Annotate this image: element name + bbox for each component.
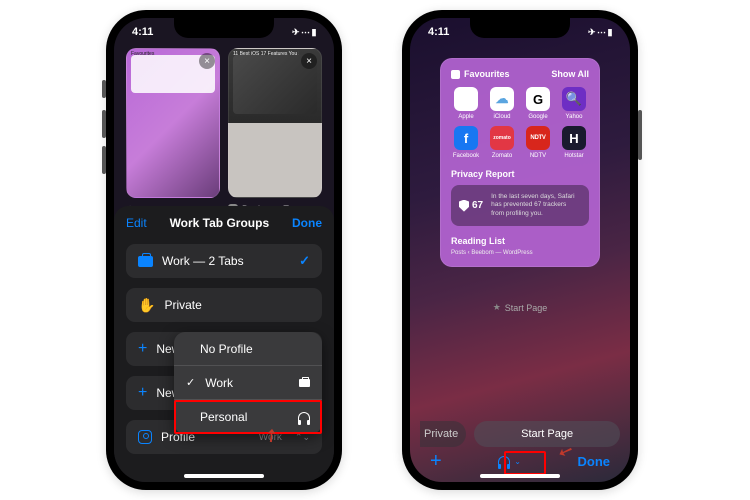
- profile-option-personal[interactable]: Personal: [174, 400, 322, 434]
- sheet-title: Work Tab Groups: [170, 216, 270, 230]
- close-icon[interactable]: ×: [301, 53, 317, 69]
- close-icon[interactable]: ×: [199, 53, 215, 69]
- done-button[interactable]: Done: [292, 216, 322, 230]
- option-label: Work: [205, 376, 233, 390]
- profile-switcher[interactable]: ⌄: [498, 456, 521, 466]
- profile-option-work[interactable]: Work: [174, 366, 322, 400]
- status-time: 4:11: [428, 26, 449, 38]
- fav-item-yahoo[interactable]: 🔍Yahoo: [559, 87, 589, 120]
- home-indicator[interactable]: [480, 474, 560, 478]
- fav-item-apple[interactable]: Apple: [451, 87, 481, 120]
- option-label: Personal: [200, 410, 247, 424]
- fav-item-icloud[interactable]: ☁iCloud: [487, 87, 517, 120]
- profile-option-none[interactable]: No Profile: [174, 332, 322, 366]
- tab-thumb-header: Favourites: [131, 51, 197, 57]
- caption-label: Start Page: [505, 303, 548, 313]
- yahoo-icon: 🔍: [562, 87, 586, 111]
- option-label: No Profile: [200, 342, 253, 356]
- status-indicators: ✈︎ ⋯ ▮: [588, 27, 612, 38]
- fav-item-hotstar[interactable]: HHotstar: [559, 126, 589, 159]
- power-button: [638, 110, 642, 160]
- apple-icon: [454, 87, 478, 111]
- iphone-mock-right: 4:11 ✈︎ ⋯ ▮ Favourites Show All Apple ☁i…: [402, 10, 638, 490]
- facebook-icon: f: [454, 126, 478, 150]
- fav-item-zomato[interactable]: zomatoZomato: [487, 126, 517, 159]
- privacy-count: 67: [472, 200, 483, 211]
- volume-up: [102, 110, 106, 138]
- tab-card-beebom[interactable]: 11 Best iOS 17 Features You Should Check…: [228, 48, 322, 228]
- profile-icon: [138, 430, 152, 444]
- privacy-report-box[interactable]: 67 In the last seven days, Safari has pr…: [451, 185, 589, 226]
- row-label: Work — 2 Tabs: [162, 254, 310, 268]
- start-page-card[interactable]: Favourites Show All Apple ☁iCloud GGoogl…: [440, 58, 600, 267]
- headphones-icon: [298, 412, 310, 422]
- zomato-icon: zomato: [490, 126, 514, 150]
- plus-icon: +: [138, 384, 147, 402]
- star-icon: ★: [493, 302, 501, 313]
- icloud-icon: ☁: [490, 87, 514, 111]
- private-pill[interactable]: Private: [420, 421, 466, 447]
- reading-list-title: Reading List: [451, 236, 589, 246]
- card-caption: ★ Start Page: [410, 302, 630, 313]
- tab-group-private[interactable]: ✋ Private: [126, 288, 322, 322]
- notch: [470, 18, 570, 38]
- edit-button[interactable]: Edit: [126, 216, 147, 230]
- reading-list-item[interactable]: Posts ‹ Beebom — WordPress: [451, 250, 589, 256]
- volume-down: [102, 146, 106, 174]
- tab-overview: Favourites × ★Start Page 11 Best iOS 17 …: [126, 48, 322, 228]
- status-indicators: ✈︎ ⋯ ▮: [292, 27, 316, 38]
- headphones-icon: [498, 456, 510, 466]
- status-time: 4:11: [132, 26, 153, 38]
- favourites-title: Favourites: [464, 69, 510, 79]
- bottom-toolbar: + ⌄ Done: [410, 448, 630, 474]
- chevron-down-icon: ⌄: [514, 457, 521, 466]
- tab-switcher-bar: Private Start Page: [410, 416, 630, 452]
- favourites-icon: [451, 70, 460, 79]
- notch: [174, 18, 274, 38]
- start-page-pill[interactable]: Start Page: [474, 421, 620, 447]
- fav-item-google[interactable]: GGoogle: [523, 87, 553, 120]
- briefcase-icon: [138, 256, 153, 267]
- home-indicator[interactable]: [184, 474, 264, 478]
- briefcase-icon: [299, 379, 310, 387]
- google-icon: G: [526, 87, 550, 111]
- show-all-button[interactable]: Show All: [551, 69, 589, 79]
- row-label: Private: [164, 298, 310, 312]
- hand-icon: ✋: [138, 297, 155, 314]
- iphone-mock-left: 4:11 ✈︎ ⋯ ▮ Favourites × ★Start Page 11 …: [106, 10, 342, 490]
- hotstar-icon: H: [562, 126, 586, 150]
- tab-group-work[interactable]: Work — 2 Tabs: [126, 244, 322, 278]
- privacy-text: In the last seven days, Safari has preve…: [491, 193, 581, 218]
- tab-groups-sheet: Edit Work Tab Groups Done Work — 2 Tabs …: [114, 206, 334, 482]
- fav-item-ndtv[interactable]: NDTVNDTV: [523, 126, 553, 159]
- mute-switch: [102, 80, 106, 98]
- tab-thumb-header: 11 Best iOS 17 Features You Should Check…: [233, 51, 299, 57]
- new-tab-button[interactable]: +: [430, 450, 442, 473]
- tab-card-start-page[interactable]: Favourites × ★Start Page: [126, 48, 220, 228]
- fav-item-facebook[interactable]: fFacebook: [451, 126, 481, 159]
- privacy-report-title: Privacy Report: [451, 169, 589, 179]
- profile-popover: No Profile Work Personal: [174, 332, 322, 434]
- shield-icon: [459, 200, 469, 212]
- plus-icon: +: [138, 340, 147, 358]
- done-button[interactable]: Done: [577, 454, 610, 469]
- ndtv-icon: NDTV: [526, 126, 550, 150]
